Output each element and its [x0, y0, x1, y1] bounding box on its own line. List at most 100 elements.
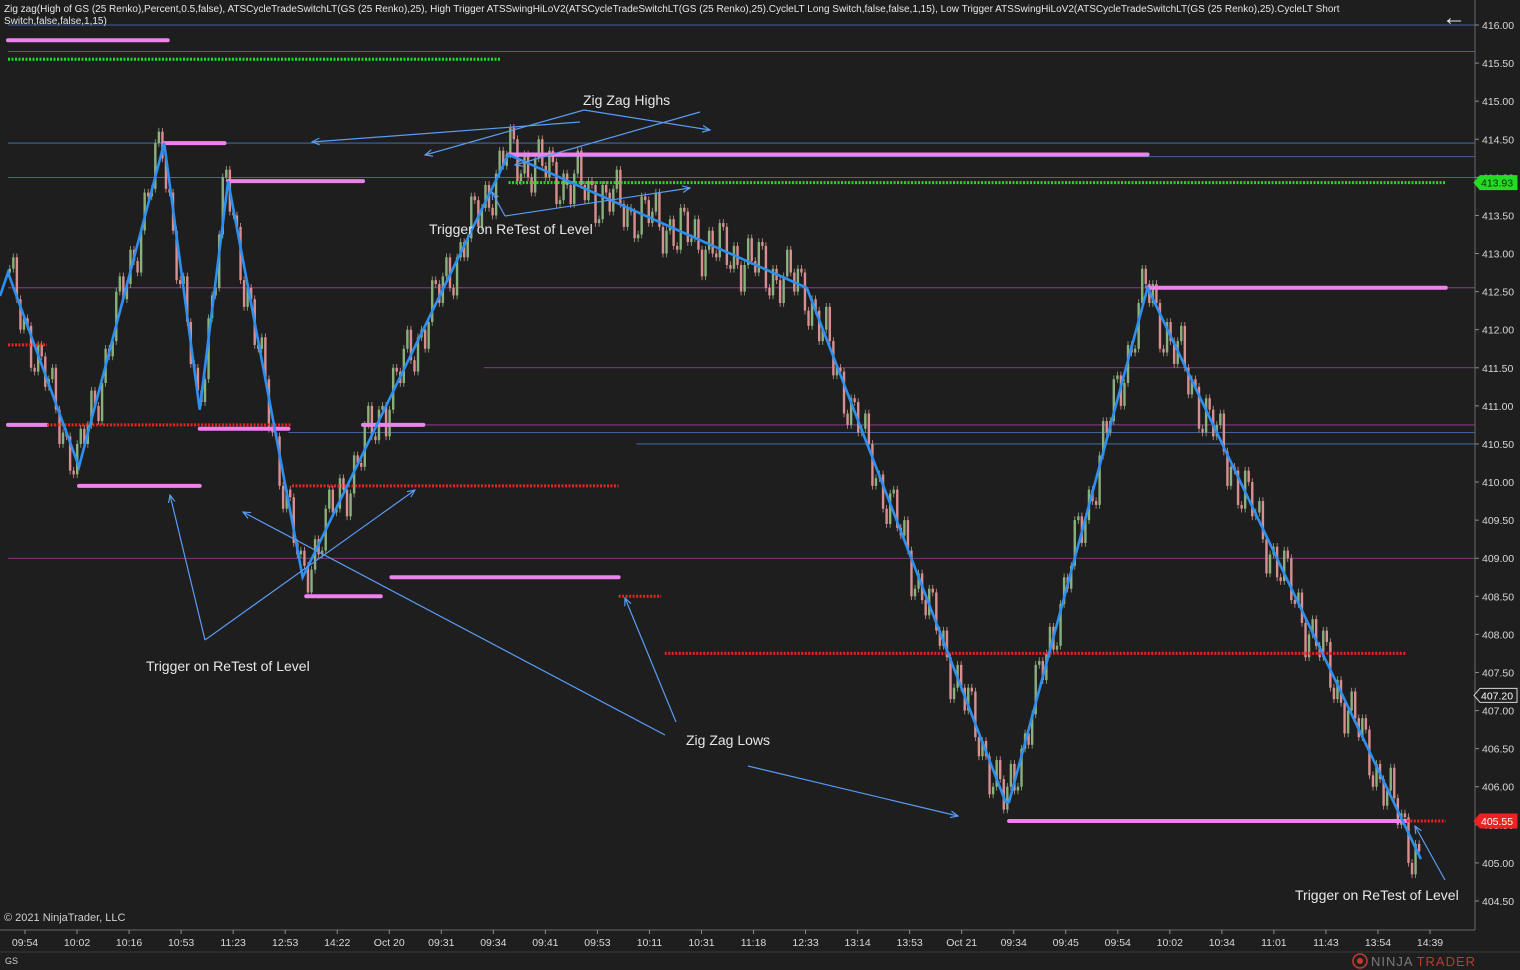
x-tick-label: 10:02 [64, 937, 90, 949]
renko-brick-down [1325, 630, 1329, 643]
annotation-label: Trigger on ReTest of Level [1295, 887, 1459, 903]
renko-brick-down [1290, 558, 1293, 601]
renko-brick-up [157, 131, 161, 144]
x-tick-label: 14:22 [324, 937, 350, 949]
x-tick-label: 10:53 [168, 937, 194, 949]
x-tick-label: 11:23 [220, 937, 246, 949]
renko-brick-up [1204, 398, 1208, 433]
renko-brick-up [100, 383, 104, 422]
renko-brick-down [853, 398, 856, 403]
renko-brick-up [533, 158, 537, 193]
renko-brick-down [395, 367, 398, 372]
renko-brick-down [1094, 501, 1098, 505]
renko-brick-up [707, 230, 711, 250]
y-tick-label: 415.50 [1482, 58, 1514, 70]
renko-brick-down [931, 588, 934, 593]
renko-brick-down [569, 184, 572, 205]
x-tick-label: 09:34 [480, 937, 506, 949]
ninja-logo-icon [1352, 953, 1368, 969]
renko-brick-down [977, 737, 981, 757]
annotation-label: Trigger on ReTest of Level [146, 658, 310, 674]
x-tick-label: 11:18 [741, 937, 767, 949]
y-tick-label: 413.50 [1482, 210, 1514, 222]
y-tick-label: 408.50 [1482, 591, 1514, 603]
renko-brick-up [1116, 375, 1119, 380]
x-tick-label: 13:54 [1365, 937, 1391, 949]
renko-brick-down [360, 463, 363, 467]
instrument-label: GS [5, 956, 19, 966]
x-tick-label: Oct 21 [946, 937, 977, 949]
renko-brick-up [1350, 691, 1353, 711]
x-tick-label: 10:02 [1157, 937, 1183, 949]
indicator-title: Zig zag(High of GS (25 Renko),Percent,0.… [4, 4, 1340, 27]
renko-brick-down [136, 261, 139, 273]
renko-brick-down [867, 413, 871, 444]
renko-brick-down [885, 508, 888, 524]
renko-brick-down [72, 470, 75, 475]
y-tick-label: 412.00 [1482, 325, 1514, 337]
renko-brick-down [1332, 687, 1336, 700]
renko-brick-down [97, 405, 100, 422]
renko-brick-up [786, 249, 789, 277]
y-tick-label: 406.00 [1482, 782, 1514, 794]
renko-brick-down [644, 196, 647, 201]
renko-brick-down [672, 219, 675, 246]
renko-brick-up [1016, 786, 1020, 791]
renko-brick-down [1410, 862, 1414, 875]
renko-brick-down [1407, 817, 1410, 863]
y-tick-label: 412.50 [1482, 287, 1514, 299]
x-tick-label: 13:14 [844, 937, 870, 949]
renko-brick-up [225, 169, 228, 178]
renko-brick-down [345, 489, 349, 517]
renko-brick-up [1006, 786, 1009, 810]
renko-brick-down [1371, 775, 1375, 787]
x-tick-label: 12:53 [272, 937, 298, 949]
renko-brick-down [1240, 504, 1243, 509]
renko-brick-down [1343, 702, 1346, 734]
renko-brick-up [558, 200, 562, 205]
renko-brick-up [1055, 645, 1059, 650]
renko-brick-up [636, 234, 640, 239]
renko-brick-up [615, 169, 619, 189]
copyright-text: © 2021 NinjaTrader, LLC [4, 912, 126, 924]
renko-brick-up [523, 154, 526, 174]
x-tick-label: 09:54 [1105, 937, 1131, 949]
brand-name: NINJA [1371, 953, 1414, 969]
renko-brick-up [991, 786, 995, 795]
renko-brick-up [1389, 767, 1392, 791]
renko-brick-up [406, 329, 409, 349]
brand-logo: NINJA TRADER [1352, 952, 1476, 970]
brand-name-accent: TRADER [1416, 953, 1477, 969]
renko-brick-down [33, 367, 36, 372]
renko-brick-up [509, 127, 512, 155]
renko-brick-up [260, 337, 264, 349]
renko-brick-down [697, 219, 700, 250]
y-tick-label: 408.00 [1482, 629, 1514, 641]
renko-brick-down [1286, 550, 1289, 559]
renko-brick-up [445, 257, 448, 277]
x-tick-label: 10:16 [116, 937, 142, 949]
arrow-left-icon[interactable]: ← [1440, 6, 1468, 32]
y-tick-label: 407.50 [1482, 667, 1514, 679]
renko-brick-up [903, 520, 906, 536]
renko-brick-up [1141, 268, 1144, 304]
renko-brick-down [647, 200, 650, 224]
renko-brick-up [732, 245, 736, 269]
renko-brick-down [633, 211, 636, 239]
y-tick-label: 409.00 [1482, 553, 1514, 565]
renko-brick-down [700, 249, 704, 277]
x-tick-label: 09:34 [1001, 937, 1027, 949]
renko-brick-up [51, 367, 54, 380]
renko-brick-down [1162, 348, 1165, 353]
price-chart[interactable]: Zig Zag Highs Trigger on ReTest of Level T… [0, 0, 1520, 970]
renko-brick-down [803, 272, 807, 311]
renko-brick-down [342, 478, 345, 490]
renko-brick-up [1258, 501, 1261, 513]
renko-brick-up [597, 219, 601, 224]
x-tick-label: 14:39 [1417, 937, 1443, 949]
renko-brick-up [874, 478, 878, 486]
renko-brick-up [328, 489, 331, 509]
renko-brick-up [913, 588, 917, 597]
renko-brick-up [519, 173, 523, 182]
renko-brick-up [782, 276, 785, 304]
